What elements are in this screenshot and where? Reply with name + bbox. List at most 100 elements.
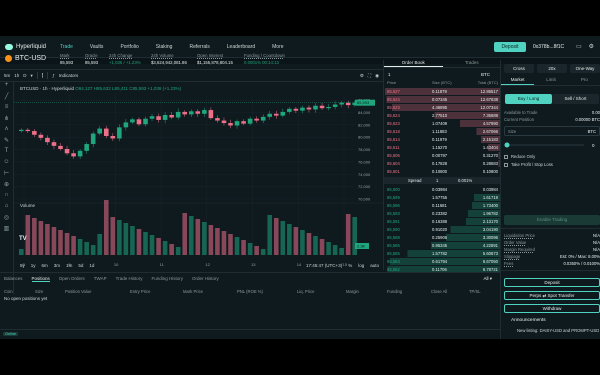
interval-1h[interactable]: 1h <box>14 73 19 78</box>
range-5d[interactable]: 5d <box>78 263 83 268</box>
horizontal-line-icon[interactable]: ≡ <box>0 104 13 115</box>
scale-log[interactable]: log <box>358 263 364 268</box>
bid-row[interactable]: 85,593 0.23382 1.96782 <box>384 210 501 217</box>
ask-row[interactable]: 85,611 1.15270 1.43404 <box>384 144 501 151</box>
tab-twap[interactable]: TWAP <box>94 276 107 282</box>
logo[interactable]: Hyperliquid <box>5 43 46 50</box>
ask-row[interactable]: 85,604 0.17828 0.28683 <box>384 160 501 167</box>
bid-row[interactable]: 85,588 0.25906 3.30096 <box>384 234 501 241</box>
announcement-item[interactable]: New listing: DAISY-USD and PROMPT-USD pe… <box>517 328 599 333</box>
trash-icon[interactable]: ▥ <box>0 225 13 236</box>
eye-icon[interactable]: ◎ <box>0 214 13 225</box>
ask-row[interactable]: 85,624 0.07345 12.67638 <box>384 96 501 103</box>
chevron-down-icon[interactable]: ▾ <box>31 73 33 79</box>
deposit-button[interactable]: Deposit <box>494 42 526 52</box>
sell-short-button[interactable]: Sell / Short <box>552 94 599 104</box>
tab-positions[interactable]: Positions <box>31 276 50 282</box>
ask-row[interactable]: 85,601 0.10800 0.10800 <box>384 168 501 175</box>
bid-row[interactable]: 85,596 0.11681 1.73400 <box>384 202 501 209</box>
bid-row[interactable]: 85,584 0.61794 6.67050 <box>384 258 501 265</box>
ask-row[interactable]: 85,623 1.07409 4.57990 <box>384 120 501 127</box>
transfer-button[interactable]: Perps ⇄ Spot Transfer <box>504 291 600 300</box>
ask-row[interactable]: 85,618 1.11883 2.67066 <box>384 128 501 135</box>
nav-more[interactable]: More <box>272 44 283 50</box>
interval-5m[interactable]: 5m <box>4 73 10 78</box>
magnet-icon[interactable]: ∩ <box>0 192 13 203</box>
size-unit[interactable]: BTC <box>588 129 596 134</box>
nav-trade[interactable]: Trade <box>60 44 73 50</box>
nav-staking[interactable]: Staking <box>156 44 173 50</box>
range-3m[interactable]: 3m <box>54 263 60 268</box>
settings-icon[interactable]: ⚙ <box>360 73 364 79</box>
tab-open-orders[interactable]: Open Orders <box>59 276 85 282</box>
ruler-icon[interactable]: ⊢ <box>0 170 13 181</box>
withdraw-button[interactable]: Withdraw <box>504 304 600 313</box>
bid-row[interactable]: 85,586 0.95345 4.22891 <box>384 242 501 249</box>
tab-funding-history[interactable]: Funding History <box>151 276 183 282</box>
ask-row[interactable]: 85,624 2.77510 7.35689 <box>384 112 501 119</box>
tick-size-select[interactable]: 1 <box>388 72 391 77</box>
range-1d[interactable]: 1d <box>89 263 94 268</box>
ask-row[interactable]: 85,623 4.46895 12.07344 <box>384 104 501 111</box>
brush-icon[interactable]: ✎ <box>0 137 13 148</box>
bid-row[interactable]: 85,585 1.57782 5.60673 <box>384 250 501 257</box>
camera-icon[interactable]: ◉ <box>375 73 379 79</box>
size-input[interactable]: Size BTC <box>504 126 600 136</box>
bid-row[interactable]: 85,590 0.91020 3.04190 <box>384 226 501 233</box>
fullscreen-icon[interactable]: ⛶ <box>368 73 371 79</box>
size-slider[interactable]: 0 <box>504 140 600 150</box>
reduce-only-checkbox[interactable]: Reduce Only <box>504 154 535 159</box>
gear-icon[interactable]: ⚙ <box>589 43 594 50</box>
tab-order-book[interactable]: Order Book <box>384 58 443 67</box>
display-icon[interactable]: ▭ <box>576 43 582 50</box>
lock-icon[interactable]: ⌂ <box>0 203 13 214</box>
col-tp-sl[interactable]: TP/SL <box>469 289 481 294</box>
range-1m[interactable]: 1m <box>66 263 72 268</box>
deposit-panel-button[interactable]: Deposit <box>504 278 600 287</box>
tab-pro[interactable]: Pro <box>568 77 600 85</box>
buy-long-button[interactable]: Buy / Long <box>505 94 552 104</box>
interval-d[interactable]: D <box>23 73 26 78</box>
nav-vaults[interactable]: Vaults <box>90 44 104 50</box>
position-mode-button[interactable]: One-Way <box>570 64 600 73</box>
range-1y[interactable]: 1y <box>31 263 36 268</box>
bid-row[interactable]: 85,591 0.16388 2.13170 <box>384 218 501 225</box>
tab-order-history[interactable]: Order History <box>192 276 219 282</box>
enable-trading-button[interactable]: Enable Trading <box>504 215 600 225</box>
symbol-selector[interactable]: BTC-USD <box>5 55 46 62</box>
tab-limit[interactable]: Limit <box>534 77 567 85</box>
indicators-button[interactable]: Indicators <box>59 73 79 78</box>
fib-icon[interactable]: ⋔ <box>0 115 13 126</box>
tpsl-checkbox[interactable]: Take Profit / Stop Loss <box>504 162 553 167</box>
tab-trades[interactable]: Trades <box>443 58 502 67</box>
tab-balances[interactable]: Balances <box>4 276 23 282</box>
unit-select[interactable]: BTC <box>481 72 490 77</box>
pattern-icon[interactable]: ʌ <box>0 126 13 137</box>
text-icon[interactable]: T <box>0 148 13 159</box>
filter-select[interactable]: All ▾ <box>483 276 492 282</box>
account-address[interactable]: 0x378b...8f1C <box>533 44 564 50</box>
nav-leaderboard[interactable]: Leaderboard <box>227 44 255 50</box>
scale-auto[interactable]: auto <box>370 263 379 268</box>
col-close-all[interactable]: Close All <box>431 289 447 294</box>
margin-mode-cross[interactable]: Cross <box>504 64 534 73</box>
leverage-button[interactable]: 20x <box>537 64 567 73</box>
price-chart[interactable]: 86,00084,00082,00080,00078,00076,00074,0… <box>14 82 383 272</box>
zoom-icon[interactable]: ⊕ <box>0 181 13 192</box>
indicators-icon[interactable]: ƒ <box>52 73 55 78</box>
scale-percent[interactable]: % <box>348 263 352 268</box>
ask-row[interactable]: 85,606 0.00797 0.31270 <box>384 152 501 159</box>
bid-row[interactable]: 85,600 0.03984 0.03984 <box>384 186 501 193</box>
tab-trade-history[interactable]: Trade History <box>116 276 143 282</box>
candle-type-icon[interactable]: ⫿ <box>42 73 43 78</box>
nav-portfolio[interactable]: Portfolio <box>120 44 138 50</box>
ask-row[interactable]: 85,627 0.11879 12.86517 <box>384 88 501 95</box>
ask-row[interactable]: 85,614 0.11979 2.15183 <box>384 136 501 143</box>
bid-row[interactable]: 85,599 1.57755 1.61719 <box>384 194 501 201</box>
range-5y[interactable]: 5y <box>20 263 25 268</box>
emoji-icon[interactable]: ☺ <box>0 159 13 170</box>
range-6m[interactable]: 6m <box>42 263 48 268</box>
tab-market[interactable]: Market <box>501 77 535 85</box>
nav-referrals[interactable]: Referrals <box>189 44 209 50</box>
crosshair-icon[interactable]: + <box>0 82 13 93</box>
